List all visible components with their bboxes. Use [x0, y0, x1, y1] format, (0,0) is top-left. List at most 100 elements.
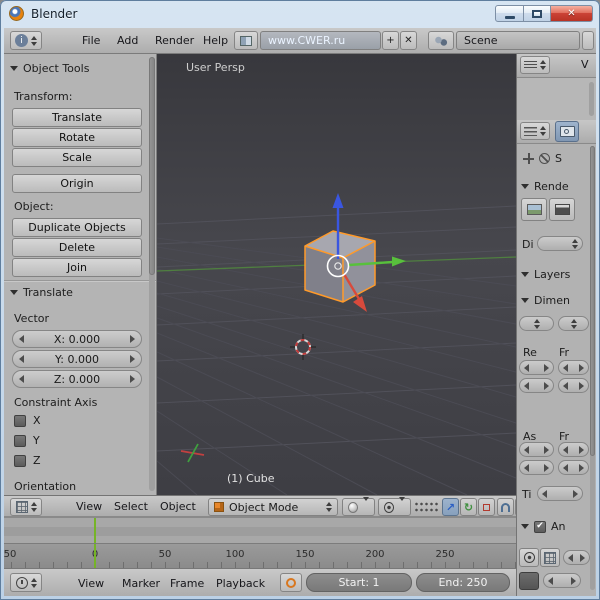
editor-type-button-outliner[interactable] — [520, 56, 550, 74]
sample-grid-button[interactable] — [540, 548, 560, 567]
scene-browse-button[interactable] — [428, 31, 454, 50]
scale-button[interactable]: Scale — [12, 148, 142, 167]
fps-base-stepper[interactable] — [558, 460, 589, 475]
samples-stepper[interactable] — [563, 550, 590, 565]
properties-tab-render[interactable] — [555, 121, 579, 142]
vector-z-field[interactable]: Z: 0.000 — [12, 370, 142, 388]
tool-shelf-scrollbar[interactable] — [149, 57, 155, 491]
stepper-right-icon[interactable] — [130, 355, 135, 363]
stepper-right-icon[interactable] — [130, 335, 135, 343]
outliner-body[interactable] — [517, 78, 596, 120]
stepper-left-icon[interactable] — [19, 355, 24, 363]
menu-add[interactable]: Add — [117, 34, 138, 47]
editor-type-button-timeline[interactable] — [10, 573, 42, 592]
current-frame-marker[interactable] — [94, 544, 96, 568]
outliner-menu-view[interactable]: V — [581, 58, 589, 71]
translate-button[interactable]: Translate — [12, 108, 142, 127]
time-remap-stepper[interactable] — [537, 486, 583, 501]
display-dropdown[interactable] — [537, 236, 583, 251]
properties-scrollbar[interactable] — [590, 146, 595, 590]
axis-z-checkbox[interactable] — [14, 455, 26, 467]
delete-layout-button[interactable]: ✕ — [400, 31, 417, 50]
origin-button[interactable]: Origin — [12, 174, 142, 193]
render-image-button[interactable] — [521, 198, 547, 221]
resolution-y-stepper[interactable] — [519, 378, 554, 393]
minimize-button[interactable] — [495, 5, 524, 22]
duplicate-objects-button[interactable]: Duplicate Objects — [12, 218, 142, 237]
stepper-right-icon[interactable] — [130, 375, 135, 383]
timeline-ruler[interactable]: 50 0 50 100 150 200 250 — [4, 543, 516, 568]
mode-dropdown[interactable]: Object Mode — [208, 498, 338, 516]
vector-y-field[interactable]: Y: 0.000 — [12, 350, 142, 368]
filter-size-stepper[interactable] — [543, 573, 581, 588]
menu-view[interactable]: View — [78, 577, 104, 590]
snap-toggle[interactable] — [497, 498, 514, 516]
antialias-panel-header[interactable]: ✔ An — [521, 520, 566, 533]
render-animation-button[interactable] — [549, 198, 575, 221]
close-button[interactable]: ✕ — [551, 5, 593, 22]
menu-help[interactable]: Help — [203, 34, 228, 47]
translate-panel-header[interactable]: Translate — [10, 286, 73, 299]
start-frame-field[interactable]: Start: 1 — [306, 573, 412, 592]
menu-file[interactable]: File — [82, 34, 100, 47]
viewport-canvas[interactable] — [157, 54, 516, 495]
header-overflow-button[interactable] — [582, 31, 594, 50]
manipulator-rotate-toggle[interactable]: ↻ — [460, 498, 477, 516]
menu-render[interactable]: Render — [155, 34, 194, 47]
fps-stepper[interactable] — [558, 442, 589, 457]
manipulator-scale-toggle[interactable] — [478, 498, 495, 516]
axis-x-checkbox[interactable] — [14, 415, 26, 427]
pivot-dropdown[interactable] — [378, 498, 411, 516]
menu-view[interactable]: View — [76, 500, 102, 513]
join-button[interactable]: Join — [12, 258, 142, 277]
screen-layout-browse-button[interactable] — [234, 31, 258, 50]
menu-frame[interactable]: Frame — [170, 577, 204, 590]
stepper-left-icon[interactable] — [19, 375, 24, 383]
pin-icon[interactable] — [523, 153, 534, 164]
maximize-button[interactable] — [524, 5, 551, 22]
add-layout-button[interactable]: + — [382, 31, 399, 50]
layers-panel-header[interactable]: Layers — [521, 268, 570, 281]
editor-type-button-properties[interactable] — [520, 122, 550, 140]
menu-object[interactable]: Object — [160, 500, 196, 513]
record-button[interactable] — [280, 573, 302, 592]
menu-playback[interactable]: Playback — [216, 577, 265, 590]
scrollbar-thumb[interactable] — [590, 146, 595, 456]
screen-layout-name-field[interactable]: www.CWER.ru — [260, 31, 381, 50]
preset-stepper[interactable] — [519, 316, 554, 331]
axis-y-checkbox[interactable] — [14, 435, 26, 447]
wrench-icon[interactable] — [539, 153, 550, 164]
stepper-left-icon[interactable] — [19, 335, 24, 343]
titlebar[interactable]: Blender ✕ — [0, 0, 600, 28]
outliner-scrollbar[interactable] — [589, 82, 594, 116]
menu-select[interactable]: Select — [114, 500, 148, 513]
antialias-checkbox[interactable]: ✔ — [534, 521, 546, 533]
viewport-shading-dropdown[interactable] — [342, 498, 375, 516]
scene-name-field[interactable]: Scene — [456, 31, 580, 50]
cube-mesh[interactable] — [305, 231, 375, 302]
end-frame-field[interactable]: End: 250 — [416, 573, 510, 592]
scrollbar-thumb[interactable] — [149, 57, 155, 275]
rotate-button[interactable]: Rotate — [12, 128, 142, 147]
aspect-x-stepper[interactable] — [519, 442, 554, 457]
aspect-y-stepper[interactable] — [519, 460, 554, 475]
delete-button[interactable]: Delete — [12, 238, 142, 257]
preset-stepper[interactable] — [558, 316, 589, 331]
layers-widget[interactable] — [414, 501, 439, 513]
editor-type-button-3dview[interactable] — [10, 498, 42, 516]
editor-type-button-info[interactable]: i — [10, 31, 42, 50]
frame-end-stepper[interactable] — [558, 378, 589, 393]
object-tools-panel-header[interactable]: Object Tools — [10, 62, 89, 75]
sample-option-button[interactable] — [519, 548, 539, 567]
timeline-tracks[interactable] — [4, 517, 516, 543]
frame-start-stepper[interactable] — [558, 360, 589, 375]
manipulator-translate-toggle[interactable]: ↗ — [442, 498, 459, 516]
3d-viewport[interactable]: User Persp (1) Cube — [157, 54, 516, 495]
dimensions-panel-header[interactable]: Dimen — [521, 294, 570, 307]
render-panel-header[interactable]: Rende — [521, 180, 569, 193]
filter-type-button[interactable] — [519, 572, 539, 590]
resolution-x-stepper[interactable] — [519, 360, 554, 375]
current-frame-marker[interactable] — [94, 518, 96, 543]
menu-marker[interactable]: Marker — [122, 577, 160, 590]
vector-x-field[interactable]: X: 0.000 — [12, 330, 142, 348]
